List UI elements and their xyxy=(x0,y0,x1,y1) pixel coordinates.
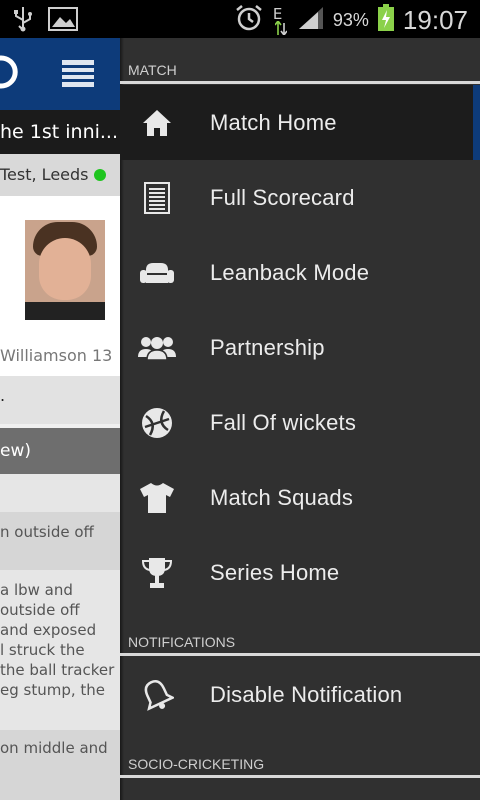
home-icon xyxy=(120,85,192,160)
menu-item-label: Partnership xyxy=(210,334,325,360)
tshirt-icon xyxy=(120,460,192,535)
menu-item-label: Fall Of wickets xyxy=(210,409,357,435)
live-indicator-dot xyxy=(94,169,106,181)
clock: 19:07 xyxy=(402,4,468,35)
menu-item-label: Disable Notification xyxy=(210,681,403,707)
commentary-line: l struck the xyxy=(0,641,85,659)
menu-item-disable-notification[interactable]: Disable Notification xyxy=(120,657,480,732)
player-name: Williamson 13 xyxy=(0,346,113,365)
refresh-icon[interactable] xyxy=(0,54,18,90)
match-title: he 1st inni... xyxy=(0,110,120,154)
spacer-row xyxy=(0,474,120,512)
menu-item-partnership[interactable]: Partnership xyxy=(120,310,480,385)
commentary-line: a lbw and xyxy=(0,581,73,599)
menu-item-label: Match Home xyxy=(210,109,337,135)
menu-item-label: Full Scorecard xyxy=(210,184,355,210)
venue-label: Test, Leeds xyxy=(0,165,89,184)
usb-icon xyxy=(12,6,34,36)
gallery-icon xyxy=(48,7,78,35)
section-header-socio-cricketing: SOCIO-CRICKETING xyxy=(120,732,480,778)
commentary-item: a lbw and outside off and exposed l stru… xyxy=(0,570,120,730)
menu-item-label: Match Squads xyxy=(210,484,354,510)
bell-icon xyxy=(120,657,192,732)
section-header-notifications: NOTIFICATIONS xyxy=(120,610,480,656)
commentary-line: eg stump, the xyxy=(0,681,106,699)
commentary-item: on middle and xyxy=(0,730,120,800)
network-type-indicator: E xyxy=(271,5,289,35)
battery-percent: 93% xyxy=(332,9,369,30)
navigation-drawer: MATCH Match Home Full Scorecard Leanback… xyxy=(120,38,480,800)
commentary-line: outside off xyxy=(0,601,80,619)
commentary-line: the ball tracker xyxy=(0,661,115,679)
section-header-match: MATCH xyxy=(120,38,480,84)
player-photo xyxy=(25,220,105,320)
menu-item-label: Series Home xyxy=(210,559,340,585)
background-match-page: he 1st inni... Test, Leeds Williamson 13… xyxy=(0,38,120,800)
venue-row: Test, Leeds xyxy=(0,154,120,196)
app-toolbar xyxy=(0,38,120,110)
trophy-icon xyxy=(120,535,192,610)
menu-item-leanback-mode[interactable]: Leanback Mode xyxy=(120,235,480,310)
menu-item-full-scorecard[interactable]: Full Scorecard xyxy=(120,160,480,235)
ball-icon xyxy=(120,385,192,460)
commentary-line: on middle and xyxy=(0,739,108,757)
menu-item-match-squads[interactable]: Match Squads xyxy=(120,460,480,535)
commentary-line: and exposed xyxy=(0,621,97,639)
alarm-icon xyxy=(235,4,263,36)
menu-item-label: Leanback Mode xyxy=(210,259,370,285)
group-icon xyxy=(120,310,192,385)
sofa-icon xyxy=(120,235,192,310)
player-card: Williamson 13 xyxy=(0,196,120,376)
menu-item-fall-of-wickets[interactable]: Fall Of wickets xyxy=(120,385,480,460)
status-bar: E 93% 19:07 xyxy=(0,0,480,38)
menu-item-series-home[interactable]: Series Home xyxy=(120,535,480,610)
battery-charging-icon xyxy=(377,4,395,36)
list-icon[interactable] xyxy=(62,60,94,88)
commentary-item: n outside off xyxy=(0,512,120,570)
review-bar: ew) xyxy=(0,428,120,474)
active-indicator xyxy=(473,85,480,160)
commentary-line: n outside off xyxy=(0,523,94,541)
info-row: . xyxy=(0,376,120,424)
signal-icon xyxy=(297,5,325,35)
scorecard-icon xyxy=(120,160,192,235)
menu-item-match-home[interactable]: Match Home xyxy=(120,85,480,160)
